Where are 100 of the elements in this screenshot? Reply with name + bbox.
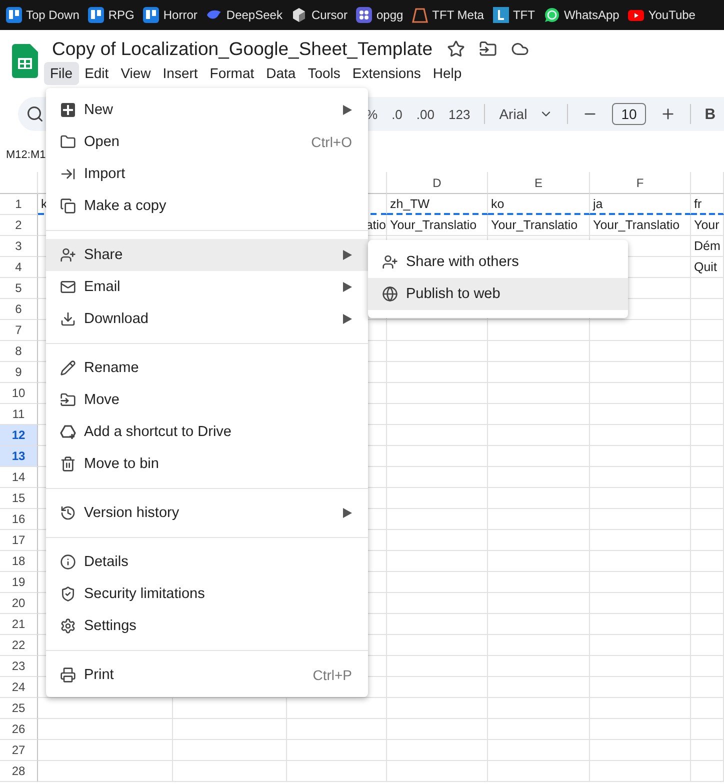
menu-item[interactable]: Move to bin (46, 448, 368, 480)
submenu-arrow-icon (343, 314, 352, 324)
bookmark[interactable]: DeepSeek (206, 7, 282, 23)
row-header[interactable]: 3 (0, 236, 38, 257)
row-header[interactable]: 17 (0, 530, 38, 551)
menu-bar-item[interactable]: View (114, 62, 157, 85)
menu-item[interactable]: Add a shortcut to Drive (46, 416, 368, 448)
menu-item[interactable]: Details (46, 546, 368, 578)
menu-item[interactable]: Import (46, 158, 368, 190)
menu-bar-item[interactable]: Edit (78, 62, 115, 85)
row-header[interactable]: 21 (0, 614, 38, 635)
row-header[interactable]: 6 (0, 299, 38, 320)
increase-decimals-button[interactable]: .00 (416, 106, 434, 122)
name-box[interactable]: M12:M1 (6, 149, 46, 161)
row-header[interactable]: 7 (0, 320, 38, 341)
grid-cell: fr (691, 194, 724, 215)
row-header[interactable]: 27 (0, 740, 38, 761)
row-header[interactable]: 2 (0, 215, 38, 236)
bookmark[interactable]: Top Down (6, 7, 80, 23)
row-header[interactable]: 24 (0, 677, 38, 698)
menu-item[interactable]: Share with others (368, 246, 628, 278)
trash-icon (60, 456, 76, 472)
menu-item[interactable]: Download (46, 303, 368, 335)
font-size-field[interactable]: 10 (612, 103, 646, 125)
row-header[interactable]: 13 (0, 446, 38, 467)
menu-item[interactable]: Version history (46, 497, 368, 529)
row-header[interactable]: 19 (0, 572, 38, 593)
menu-item[interactable]: Move (46, 384, 368, 416)
row-header[interactable]: 23 (0, 656, 38, 677)
menu-bar-item[interactable]: Help (426, 62, 468, 85)
bookmark[interactable]: RPG (88, 7, 134, 23)
bookmark[interactable]: Horror (143, 7, 198, 23)
grid-cell: ja (590, 194, 691, 215)
font-dropdown[interactable]: Arial (499, 106, 554, 122)
menu-bar-item[interactable]: Tools (302, 62, 346, 85)
bookmark[interactable]: TFT (492, 7, 535, 23)
import-arrow-icon (60, 166, 76, 182)
menu-bar-item[interactable]: Extensions (346, 62, 427, 85)
column-header[interactable]: F (590, 172, 691, 194)
menu-bar-item[interactable]: Insert (156, 62, 204, 85)
plus-square-icon (60, 102, 76, 118)
document-title[interactable]: Copy of Localization_Google_Sheet_Template (52, 38, 433, 60)
column-header[interactable]: E (488, 172, 590, 194)
row-header[interactable]: 12 (0, 425, 38, 446)
bookmark[interactable]: Cursor (291, 7, 348, 23)
submenu-arrow-icon (343, 105, 352, 115)
column-header[interactable]: D (387, 172, 488, 194)
grid-cell: Dém (691, 236, 724, 257)
bookmark[interactable]: TFT Meta (412, 7, 484, 23)
menu-bar-item[interactable]: Format (204, 62, 260, 85)
row-header[interactable]: 28 (0, 761, 38, 782)
menu-item[interactable]: New (46, 94, 368, 126)
number-format-button[interactable]: 123 (448, 106, 470, 122)
copy-icon (60, 198, 76, 214)
row-header[interactable]: 1 (0, 194, 38, 215)
star-icon[interactable] (446, 40, 465, 58)
bold-button[interactable]: B (704, 106, 716, 122)
row-header[interactable]: 14 (0, 467, 38, 488)
plus-icon[interactable] (660, 106, 676, 122)
row-header[interactable]: 16 (0, 509, 38, 530)
menu-item[interactable]: Settings (46, 610, 368, 642)
grid-cell: Your_Translatio (488, 215, 590, 236)
submenu-arrow-icon (343, 250, 352, 260)
pencil-icon (60, 360, 76, 376)
bookmark[interactable]: WhatsApp (544, 7, 620, 23)
row-header[interactable]: 9 (0, 362, 38, 383)
folder-arrow-icon[interactable] (478, 40, 497, 58)
menu-item[interactable]: Rename (46, 352, 368, 384)
row-header[interactable]: 5 (0, 278, 38, 299)
row-header[interactable]: 26 (0, 719, 38, 740)
decrease-decimals-button[interactable]: .0 (392, 106, 402, 122)
folder-icon (60, 134, 76, 150)
menu-bar-item[interactable]: Data (260, 62, 302, 85)
grid-cell: Your_Translatio (590, 215, 691, 236)
row-header[interactable]: 4 (0, 257, 38, 278)
row-header[interactable]: 15 (0, 488, 38, 509)
menu-bar-item[interactable]: File (44, 62, 79, 85)
board-icon (143, 7, 160, 23)
cloud-icon[interactable] (510, 40, 529, 58)
menu-item[interactable]: Security limitations (46, 578, 368, 610)
search-icon[interactable] (26, 105, 44, 123)
download-icon (60, 311, 76, 327)
menu-item[interactable]: Print Ctrl+P (46, 659, 368, 691)
person-add-icon (382, 254, 398, 270)
row-header[interactable]: 11 (0, 404, 38, 425)
cube-icon (291, 7, 308, 23)
row-header[interactable]: 25 (0, 698, 38, 719)
row-header[interactable]: 20 (0, 593, 38, 614)
bookmark[interactable]: YouTube (628, 7, 696, 23)
menu-item[interactable]: Share (46, 239, 368, 271)
menu-item[interactable]: Email (46, 271, 368, 303)
row-header[interactable]: 10 (0, 383, 38, 404)
shield-icon (60, 586, 76, 602)
row-header[interactable]: 8 (0, 341, 38, 362)
menu-item[interactable]: Publish to web (368, 278, 628, 310)
row-header[interactable]: 22 (0, 635, 38, 656)
bookmark[interactable]: opgg (356, 7, 404, 23)
menu-item[interactable]: Open Ctrl+O (46, 126, 368, 158)
board-icon (88, 7, 104, 23)
row-header[interactable]: 18 (0, 551, 38, 572)
